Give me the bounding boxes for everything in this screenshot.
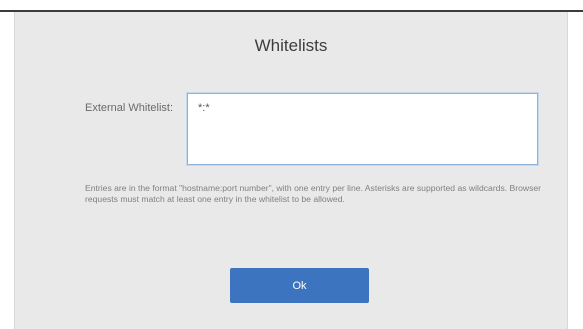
- external-whitelist-input[interactable]: *:*: [187, 93, 538, 165]
- whitelists-dialog: Whitelists External Whitelist: *:* Entri…: [14, 12, 568, 329]
- external-whitelist-label: External Whitelist:: [85, 102, 174, 114]
- window-top-area: [0, 0, 583, 10]
- whitelist-help-text: Entries are in the format "hostname:port…: [85, 183, 542, 204]
- ok-button[interactable]: Ok: [230, 268, 369, 303]
- dialog-title: Whitelists: [254, 36, 328, 55]
